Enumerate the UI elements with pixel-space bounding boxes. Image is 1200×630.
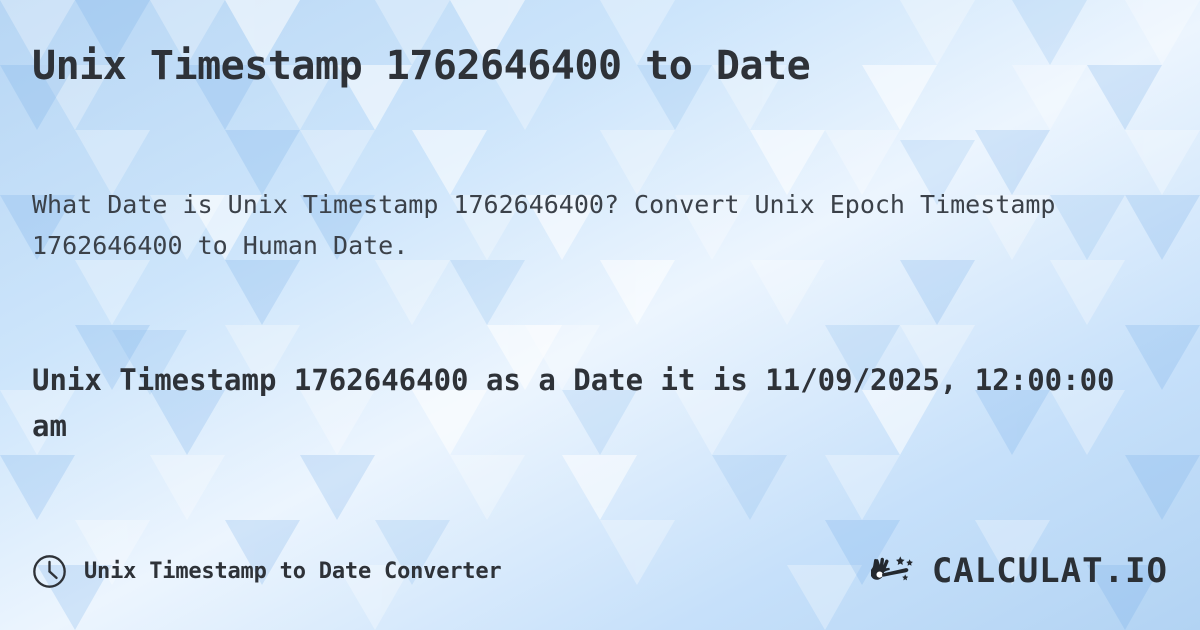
- page-title: Unix Timestamp 1762646400 to Date: [32, 43, 811, 89]
- page-description: What Date is Unix Timestamp 1762646400? …: [32, 190, 1056, 260]
- brand-name: CALCULAT.IO: [931, 551, 1168, 591]
- footer-left-group: Unix Timestamp to Date Converter: [32, 554, 502, 589]
- brand-logo[interactable]: CALCULAT.IO: [870, 551, 1168, 591]
- content-area: Unix Timestamp 1762646400 to Date What D…: [0, 0, 1200, 630]
- clock-icon: [33, 554, 66, 588]
- footer-label: Unix Timestamp to Date Converter: [84, 558, 502, 584]
- og-card: Unix Timestamp 1762646400 to Date What D…: [0, 0, 1200, 630]
- footer: Unix Timestamp to Date Converter CALCULA…: [32, 550, 1168, 592]
- magic-wand-hand-icon: [870, 556, 913, 581]
- conversion-result: Unix Timestamp 1762646400 as a Date it i…: [32, 363, 1115, 444]
